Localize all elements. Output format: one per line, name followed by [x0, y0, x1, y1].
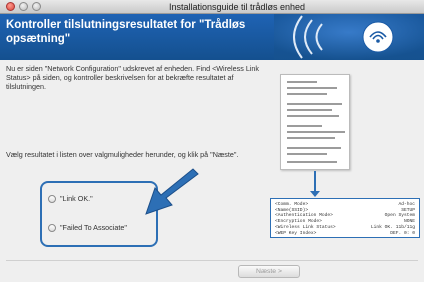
main-content: Nu er siden "Network Configuration" udsk… — [0, 60, 424, 282]
intro-text: Nu er siden "Network Configuration" udsk… — [6, 64, 259, 91]
radio-button-link-ok[interactable] — [48, 194, 56, 203]
zoom-window-button[interactable] — [32, 2, 41, 11]
connector-line — [314, 171, 316, 193]
option-link-ok[interactable]: "Link OK." — [48, 194, 93, 203]
close-window-button[interactable] — [6, 2, 15, 11]
minimize-window-button[interactable] — [19, 2, 28, 11]
report-detail-zoom: <Comm. Mode> Ad-hoc <Name(SSID)> SETUP <Au… — [270, 198, 420, 238]
detail-row: <WEP Key Index> DEF. 0: 0 — [275, 230, 415, 236]
option-label-link-ok: "Link OK." — [60, 194, 93, 203]
instruction-text: Vælg resultatet i listen over valgmuligh… — [6, 150, 239, 159]
footer-divider — [6, 260, 418, 261]
wireless-waves-icon — [274, 14, 424, 60]
radio-button-failed-to-associate[interactable] — [48, 223, 56, 232]
network-configuration-page-thumbnail — [280, 74, 350, 170]
option-failed-to-associate[interactable]: "Failed To Associate" — [48, 223, 127, 232]
next-button[interactable]: Næste > — [238, 265, 300, 278]
window-title: Installationsguide til trådløs enhed — [168, 2, 306, 12]
option-label-failed-to-associate: "Failed To Associate" — [60, 223, 127, 232]
installer-window: Installationsguide til trådløs enhed Kon… — [0, 0, 424, 282]
header-banner: Kontroller tilslutningsresultatet for "T… — [0, 14, 424, 60]
page-title: Kontroller tilslutningsresultatet for "T… — [6, 19, 246, 45]
connector-arrow-icon — [310, 191, 320, 197]
pointer-arrow-icon — [145, 168, 199, 215]
title-bar: Installationsguide til trådløs enhed — [0, 0, 424, 14]
